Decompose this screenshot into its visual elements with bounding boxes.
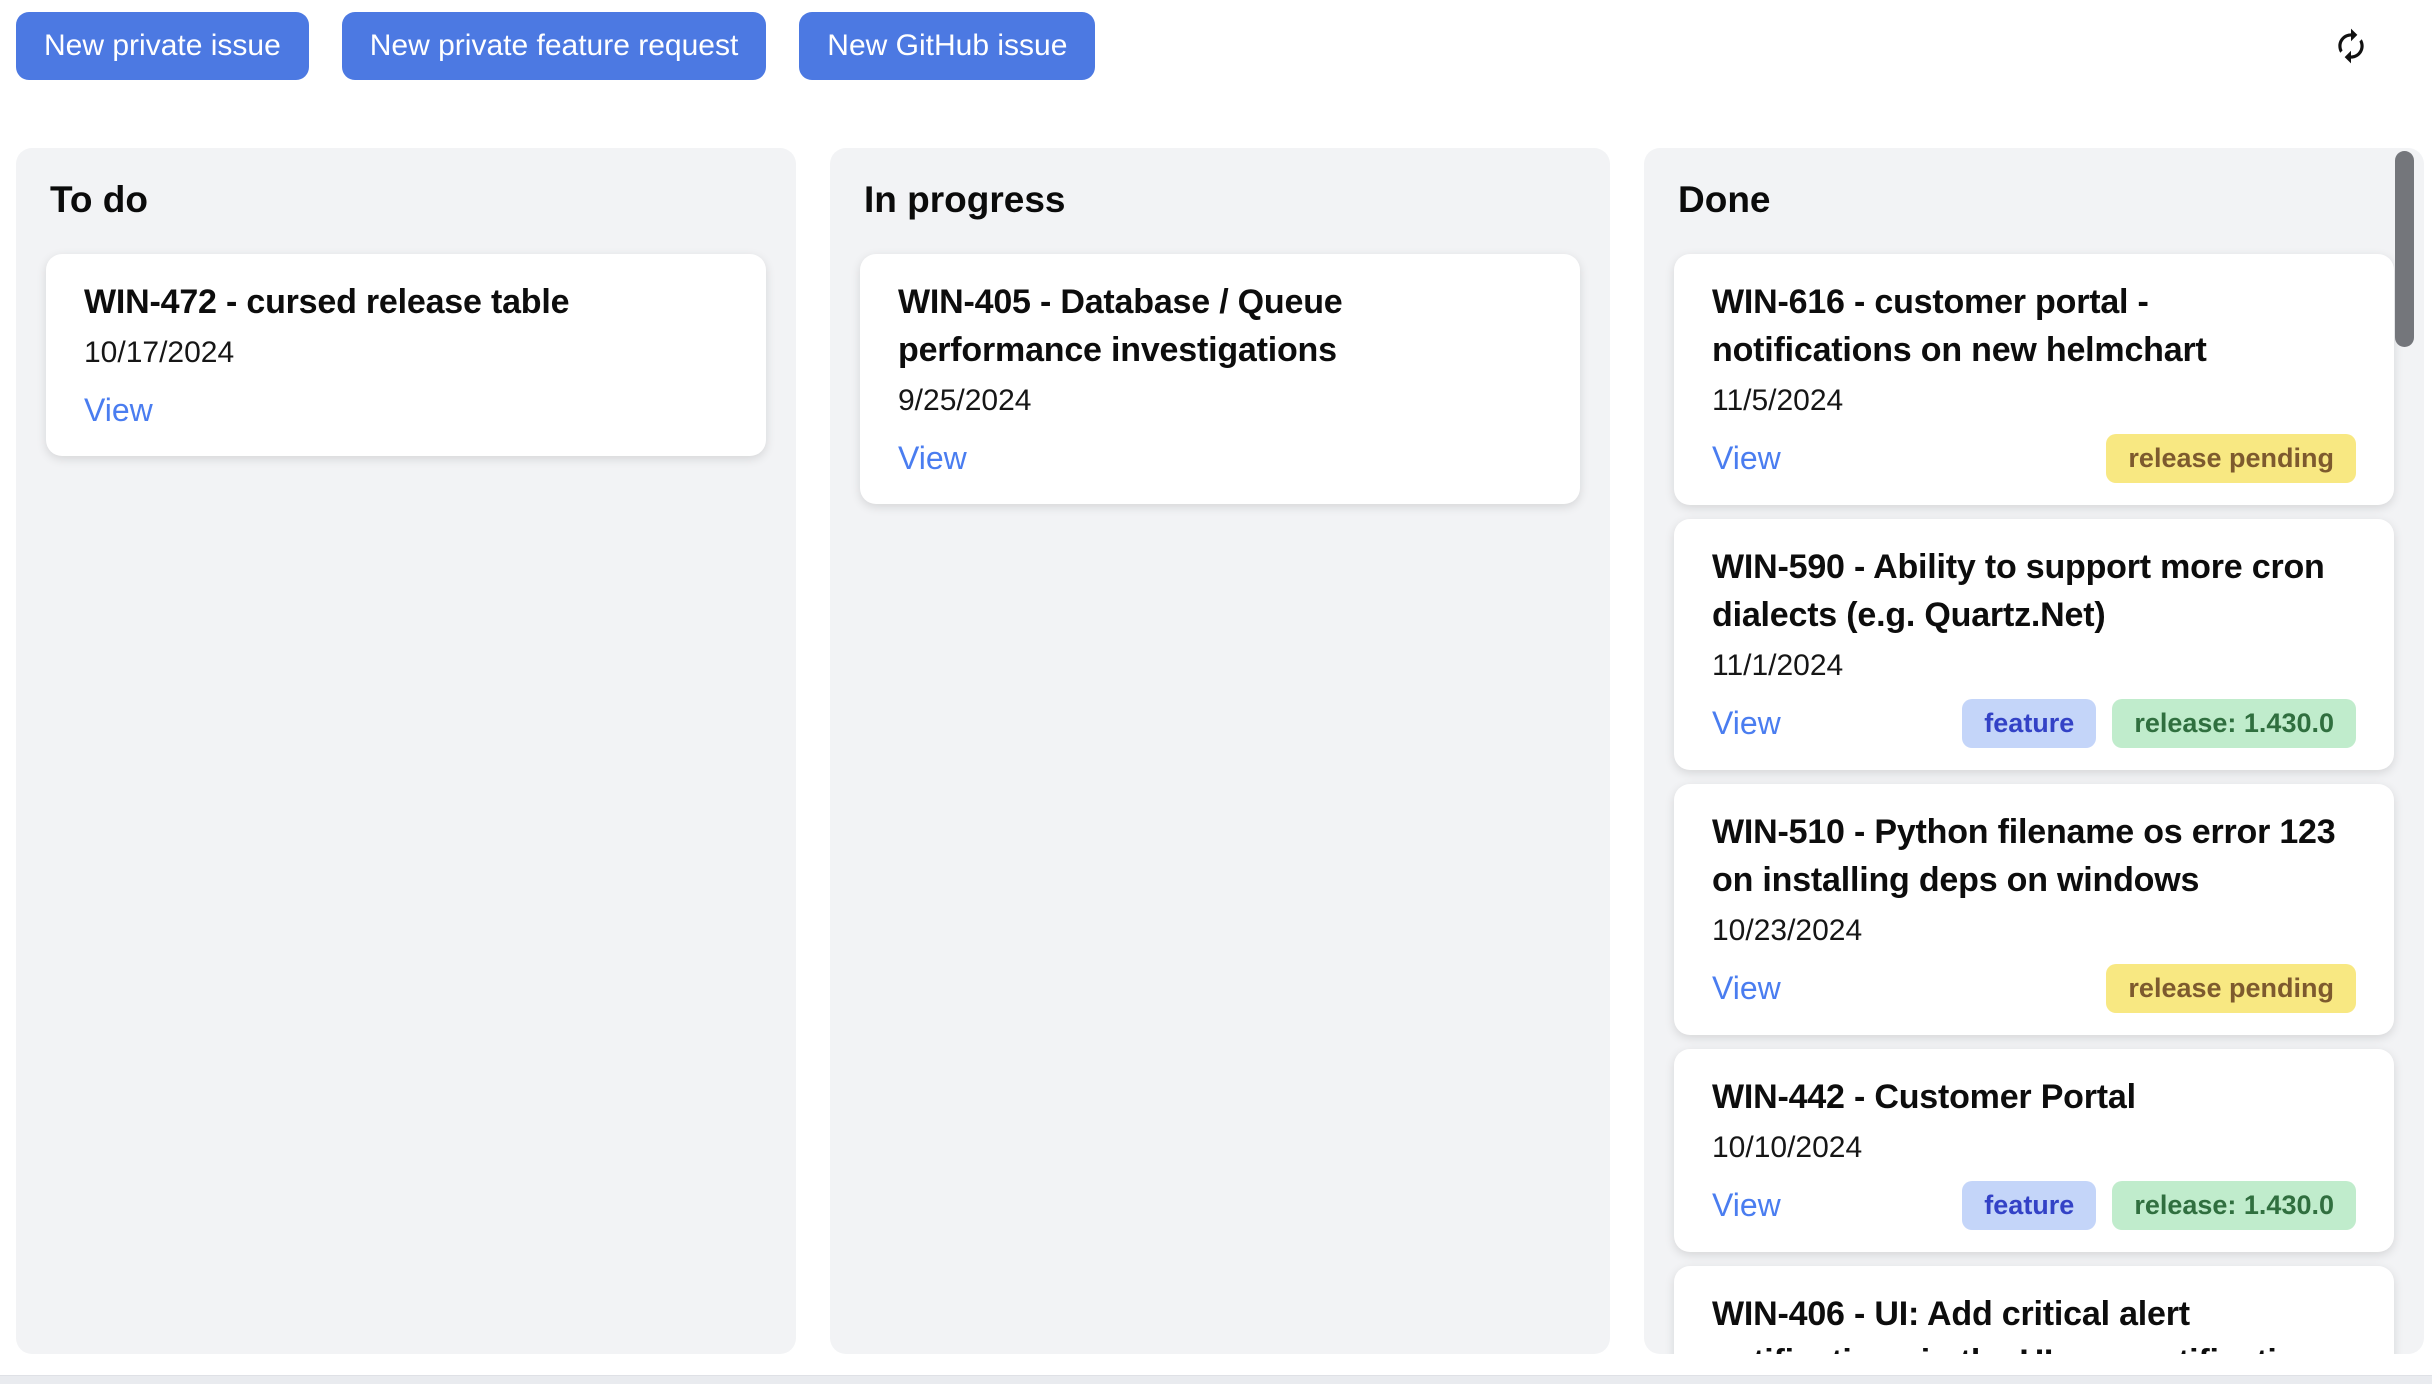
horizontal-scrollbar-track[interactable] — [0, 1375, 2432, 1384]
badge-feature: feature — [1962, 699, 2096, 748]
view-link[interactable]: View — [1712, 970, 1781, 1007]
card-list: WIN-616 - customer portal - notification… — [1674, 254, 2394, 1354]
badge-release-pending: release pending — [2106, 434, 2356, 483]
issue-card[interactable]: WIN-405 - Database / Queue performance i… — [860, 254, 1580, 504]
card-footer: View — [84, 386, 728, 434]
refresh-icon — [2332, 27, 2370, 65]
badge-group: feature release: 1.430.0 — [1962, 1181, 2356, 1230]
column-to-do: To do WIN-472 - cursed release table 10/… — [16, 148, 796, 1354]
badge-group: release pending — [2106, 434, 2356, 483]
issue-title: WIN-590 - Ability to support more cron d… — [1712, 543, 2356, 639]
issue-card[interactable]: WIN-406 - UI: Add critical alert notific… — [1674, 1266, 2394, 1354]
kanban-board: To do WIN-472 - cursed release table 10/… — [0, 148, 2432, 1354]
column-title: To do — [50, 176, 766, 224]
issue-date: 9/25/2024 — [898, 382, 1542, 420]
issue-card[interactable]: WIN-616 - customer portal - notification… — [1674, 254, 2394, 505]
card-list: WIN-405 - Database / Queue performance i… — [860, 254, 1580, 504]
issue-card[interactable]: WIN-510 - Python filename os error 123 o… — [1674, 784, 2394, 1035]
badge-release-1-430-0: release: 1.430.0 — [2112, 699, 2356, 748]
toolbar-button-new-private-feature-request[interactable]: New private feature request — [342, 12, 767, 80]
view-link[interactable]: View — [1712, 440, 1781, 477]
card-footer: View feature release: 1.430.0 — [1712, 699, 2356, 748]
toolbar-button-row: New private issue New private feature req… — [16, 12, 2416, 80]
toolbar-button-new-github-issue[interactable]: New GitHub issue — [799, 12, 1095, 80]
vertical-scrollbar-thumb[interactable] — [2395, 151, 2414, 347]
issue-card[interactable]: WIN-442 - Customer Portal 10/10/2024 Vie… — [1674, 1049, 2394, 1252]
column-title: In progress — [864, 176, 1580, 224]
badge-release-pending: release pending — [2106, 964, 2356, 1013]
issue-date: 10/10/2024 — [1712, 1129, 2356, 1167]
issue-card[interactable]: WIN-472 - cursed release table 10/17/202… — [46, 254, 766, 456]
view-link[interactable]: View — [898, 440, 967, 477]
column-in-progress: In progress WIN-405 - Database / Queue p… — [830, 148, 1610, 1354]
issue-title: WIN-405 - Database / Queue performance i… — [898, 278, 1542, 374]
badge-feature: feature — [1962, 1181, 2096, 1230]
badge-group: release pending — [2106, 964, 2356, 1013]
card-footer: View release pending — [1712, 434, 2356, 483]
card-footer: View feature release: 1.430.0 — [1712, 1181, 2356, 1230]
issue-title: WIN-472 - cursed release table — [84, 278, 728, 326]
column-title: Done — [1678, 176, 2394, 224]
issue-title: WIN-406 - UI: Add critical alert notific… — [1712, 1290, 2356, 1354]
card-footer: View — [898, 434, 1542, 482]
issue-title: WIN-442 - Customer Portal — [1712, 1073, 2356, 1121]
view-link[interactable]: View — [1712, 1187, 1781, 1224]
issue-title: WIN-510 - Python filename os error 123 o… — [1712, 808, 2356, 904]
refresh-button[interactable] — [2332, 26, 2372, 66]
toolbar: New private issue New private feature req… — [0, 0, 2432, 80]
card-footer: View release pending — [1712, 964, 2356, 1013]
badge-group: feature release: 1.430.0 — [1962, 699, 2356, 748]
view-link[interactable]: View — [84, 392, 153, 429]
issue-title: WIN-616 - customer portal - notification… — [1712, 278, 2356, 374]
issue-card[interactable]: WIN-590 - Ability to support more cron d… — [1674, 519, 2394, 770]
column-done: Done WIN-616 - customer portal - notific… — [1644, 148, 2424, 1354]
issue-date: 10/17/2024 — [84, 334, 728, 372]
issue-date: 10/23/2024 — [1712, 912, 2356, 950]
toolbar-button-new-private-issue[interactable]: New private issue — [16, 12, 309, 80]
view-link[interactable]: View — [1712, 705, 1781, 742]
issue-date: 11/1/2024 — [1712, 647, 2356, 685]
issue-date: 11/5/2024 — [1712, 382, 2356, 420]
badge-release-1-430-0: release: 1.430.0 — [2112, 1181, 2356, 1230]
card-list: WIN-472 - cursed release table 10/17/202… — [46, 254, 766, 456]
